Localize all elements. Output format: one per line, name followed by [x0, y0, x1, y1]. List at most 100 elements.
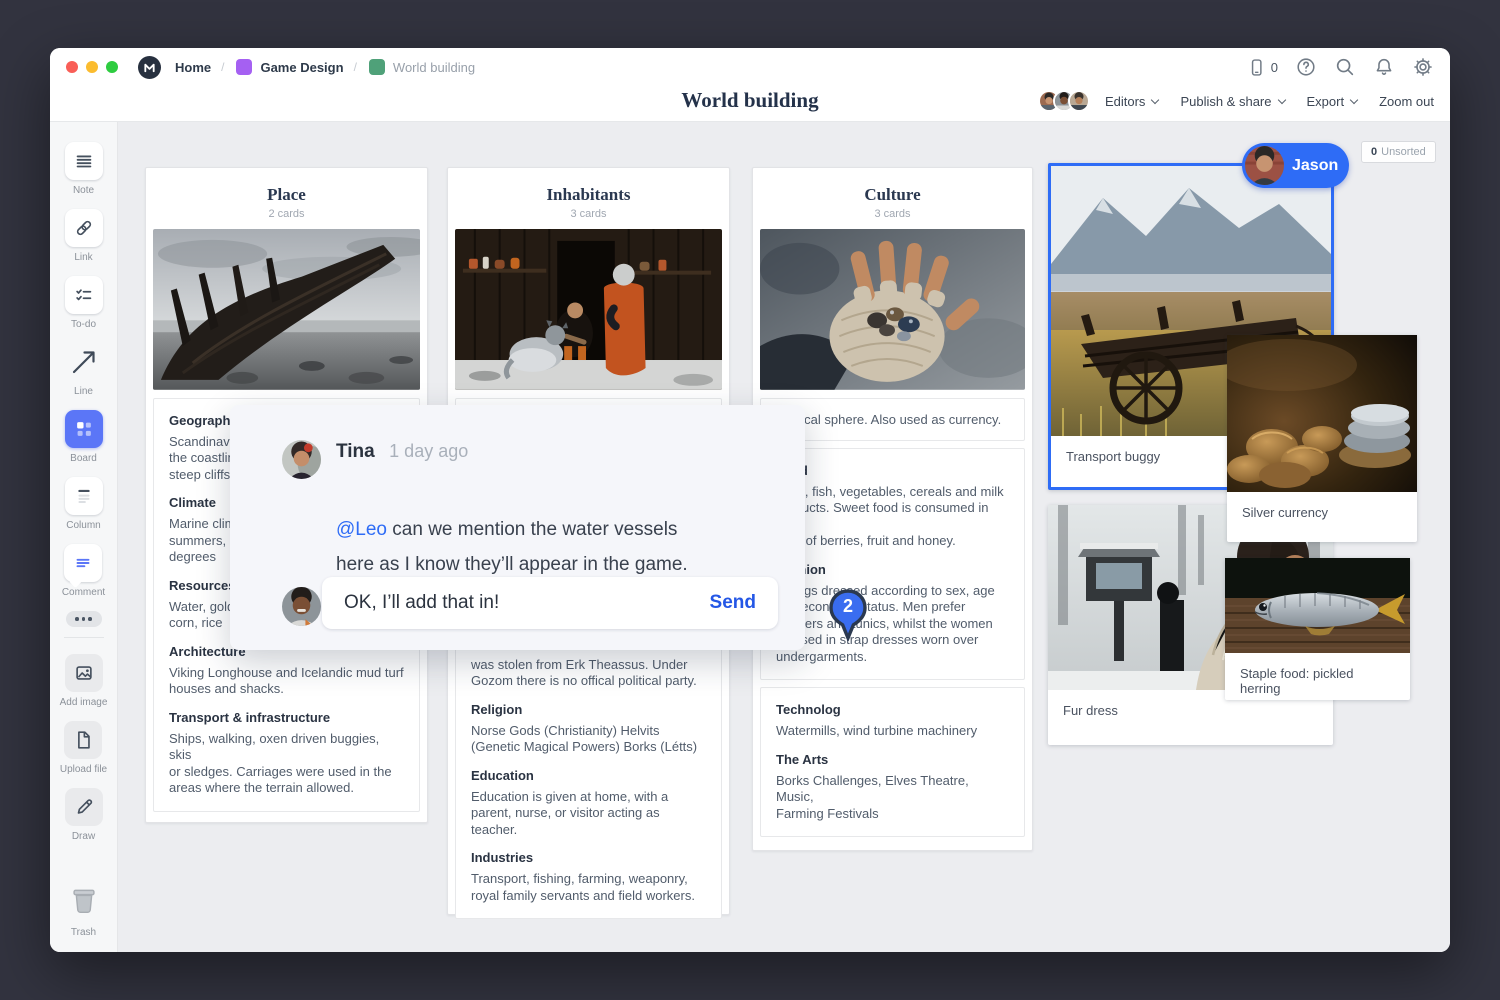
notifications-bell-icon[interactable]: [1373, 56, 1395, 78]
project-icon: [236, 59, 252, 75]
tool-add-image[interactable]: Add image: [60, 654, 108, 708]
toolbar-sidebar: Note Link To-do Line Board Column Commen…: [50, 122, 118, 952]
note-section: was stolen from Erk Theassus. Under Gozo…: [471, 657, 706, 690]
note-section: The ArtsBorks Challenges, Elves Theatre,…: [776, 752, 1009, 823]
tool-line[interactable]: Line: [65, 343, 103, 397]
note-text: Norse Gods (Christianity) Helvits (Genet…: [471, 723, 706, 756]
column-card-count: 2 cards: [268, 208, 304, 220]
pickled-herring-card[interactable]: Staple food: pickled herring: [1225, 558, 1410, 700]
zoom-out-label: Zoom out: [1379, 94, 1434, 109]
unsorted-badge[interactable]: 0 Unsorted: [1361, 141, 1436, 163]
tool-label: Board: [70, 453, 97, 464]
tool-draw[interactable]: Draw: [65, 788, 103, 842]
board-tool-icon: [65, 410, 103, 448]
column-title[interactable]: Culture: [864, 185, 920, 205]
minimize-button[interactable]: [86, 61, 98, 73]
fullscreen-button[interactable]: [106, 61, 118, 73]
note-heading: Education: [471, 768, 706, 783]
comment-pin[interactable]: 2: [828, 589, 868, 641]
avatar-jason: [1245, 146, 1284, 185]
note-icon: [65, 142, 103, 180]
close-button[interactable]: [66, 61, 78, 73]
publish-share-dropdown[interactable]: Publish & share: [1180, 94, 1284, 109]
settings-gear-icon[interactable]: [1412, 56, 1434, 78]
tool-trash[interactable]: Trash: [67, 883, 101, 938]
cursor-name-label: Jason: [1292, 157, 1338, 175]
tool-upload-file[interactable]: Upload file: [60, 721, 107, 775]
villagers-image-card[interactable]: [455, 229, 722, 390]
board-actions: Editors Publish & share Export Zoom out: [1038, 86, 1434, 116]
tool-label: Note: [73, 185, 94, 196]
draw-pencil-icon: [65, 788, 103, 826]
tool-label: Draw: [72, 831, 95, 842]
note-section: ReligionNorse Gods (Christianity) Helvit…: [471, 702, 706, 756]
comment-author: Tina: [336, 441, 375, 462]
note-section: TechnologWatermills, wind turbine machin…: [776, 702, 1009, 740]
milanote-logo-icon[interactable]: [138, 56, 161, 79]
unsorted-label: Unsorted: [1381, 146, 1426, 158]
tool-label: Upload file: [60, 764, 107, 775]
comment-reply-input[interactable]: OK, I’ll add that in! Send: [322, 577, 778, 629]
tool-comment[interactable]: Comment: [62, 544, 105, 598]
device-sync-button[interactable]: 0: [1246, 57, 1278, 78]
board-canvas[interactable]: Place 2 cards: [118, 122, 1450, 952]
link-icon: [65, 209, 103, 247]
export-dropdown[interactable]: Export: [1307, 94, 1358, 109]
breadcrumb-home[interactable]: Home: [175, 60, 211, 75]
note-section: EducationEducation is given at home, wit…: [471, 768, 706, 839]
pin-count: 2: [828, 596, 868, 617]
tool-todo[interactable]: To-do: [65, 276, 103, 330]
tool-board[interactable]: Board: [65, 410, 103, 464]
search-icon[interactable]: [1334, 56, 1356, 78]
culture-note-card-2[interactable]: TechnologWatermills, wind turbine machin…: [760, 687, 1025, 837]
breadcrumb-separator: /: [221, 60, 224, 74]
shipwreck-image-card[interactable]: [153, 229, 420, 390]
breadcrumb-separator: /: [354, 60, 357, 74]
note-heading: Transport & infrastructure: [169, 710, 404, 725]
line-arrow-icon: [65, 343, 103, 381]
comment-message: @Leo can we mention the water vessels he…: [336, 477, 786, 582]
shipwreck-image: [153, 229, 420, 390]
mention-link[interactable]: @Leo: [336, 519, 387, 540]
app-header: Home / Game Design / World building 0: [50, 48, 1450, 122]
villagers-image: [455, 229, 722, 390]
tool-label: Link: [74, 252, 92, 263]
help-button[interactable]: [1295, 56, 1317, 78]
breadcrumb-board[interactable]: World building: [393, 60, 475, 75]
board-header: World building Editors Publish & share E…: [50, 86, 1450, 122]
breadcrumb-project[interactable]: Game Design: [260, 60, 343, 75]
tool-label: Comment: [62, 587, 105, 598]
tool-link[interactable]: Link: [65, 209, 103, 263]
stones-hand-image-card[interactable]: [760, 229, 1025, 390]
editors-dropdown[interactable]: Editors: [1105, 94, 1158, 109]
column-title[interactable]: Inhabitants: [546, 185, 630, 205]
zoom-out-button[interactable]: Zoom out: [1379, 94, 1434, 109]
more-tools-button[interactable]: [66, 611, 102, 627]
titlebar-actions: 0: [1246, 56, 1434, 78]
note-heading: Food: [776, 463, 1009, 478]
comment-popup: Tina 1 day ago @Leo can we mention the w…: [230, 405, 805, 650]
column-icon: [65, 477, 103, 515]
note-text: Transport, fishing, farming, weaponry, r…: [471, 871, 706, 904]
note-text: Vikings dressed according to sex, age an…: [776, 583, 1009, 666]
editor-avatars[interactable]: [1038, 90, 1083, 112]
note-text: Ships, walking, oxen driven buggies, ski…: [169, 731, 404, 797]
note-heading: Fashion: [776, 562, 1009, 577]
collaborator-cursor-jason: Jason: [1242, 143, 1349, 188]
note-heading: Industries: [471, 850, 706, 865]
photo-caption: Staple food: pickled herring: [1225, 653, 1410, 709]
send-button[interactable]: Send: [710, 592, 756, 614]
tool-column[interactable]: Column: [65, 477, 103, 531]
column-title[interactable]: Place: [267, 185, 306, 205]
avatar-leo: [282, 587, 321, 626]
silver-currency-card[interactable]: Silver currency: [1227, 335, 1417, 542]
chevron-down-icon: [1277, 95, 1285, 103]
todo-icon: [65, 276, 103, 314]
note-text: Viking Longhouse and Icelandic mud turf …: [169, 665, 404, 698]
note-text: Watermills, wind turbine machinery: [776, 723, 1009, 740]
page-title: World building: [681, 88, 818, 113]
avatar-tina: [282, 440, 321, 479]
tool-label: Trash: [71, 927, 96, 938]
trash-icon: [67, 883, 101, 922]
tool-note[interactable]: Note: [65, 142, 103, 196]
